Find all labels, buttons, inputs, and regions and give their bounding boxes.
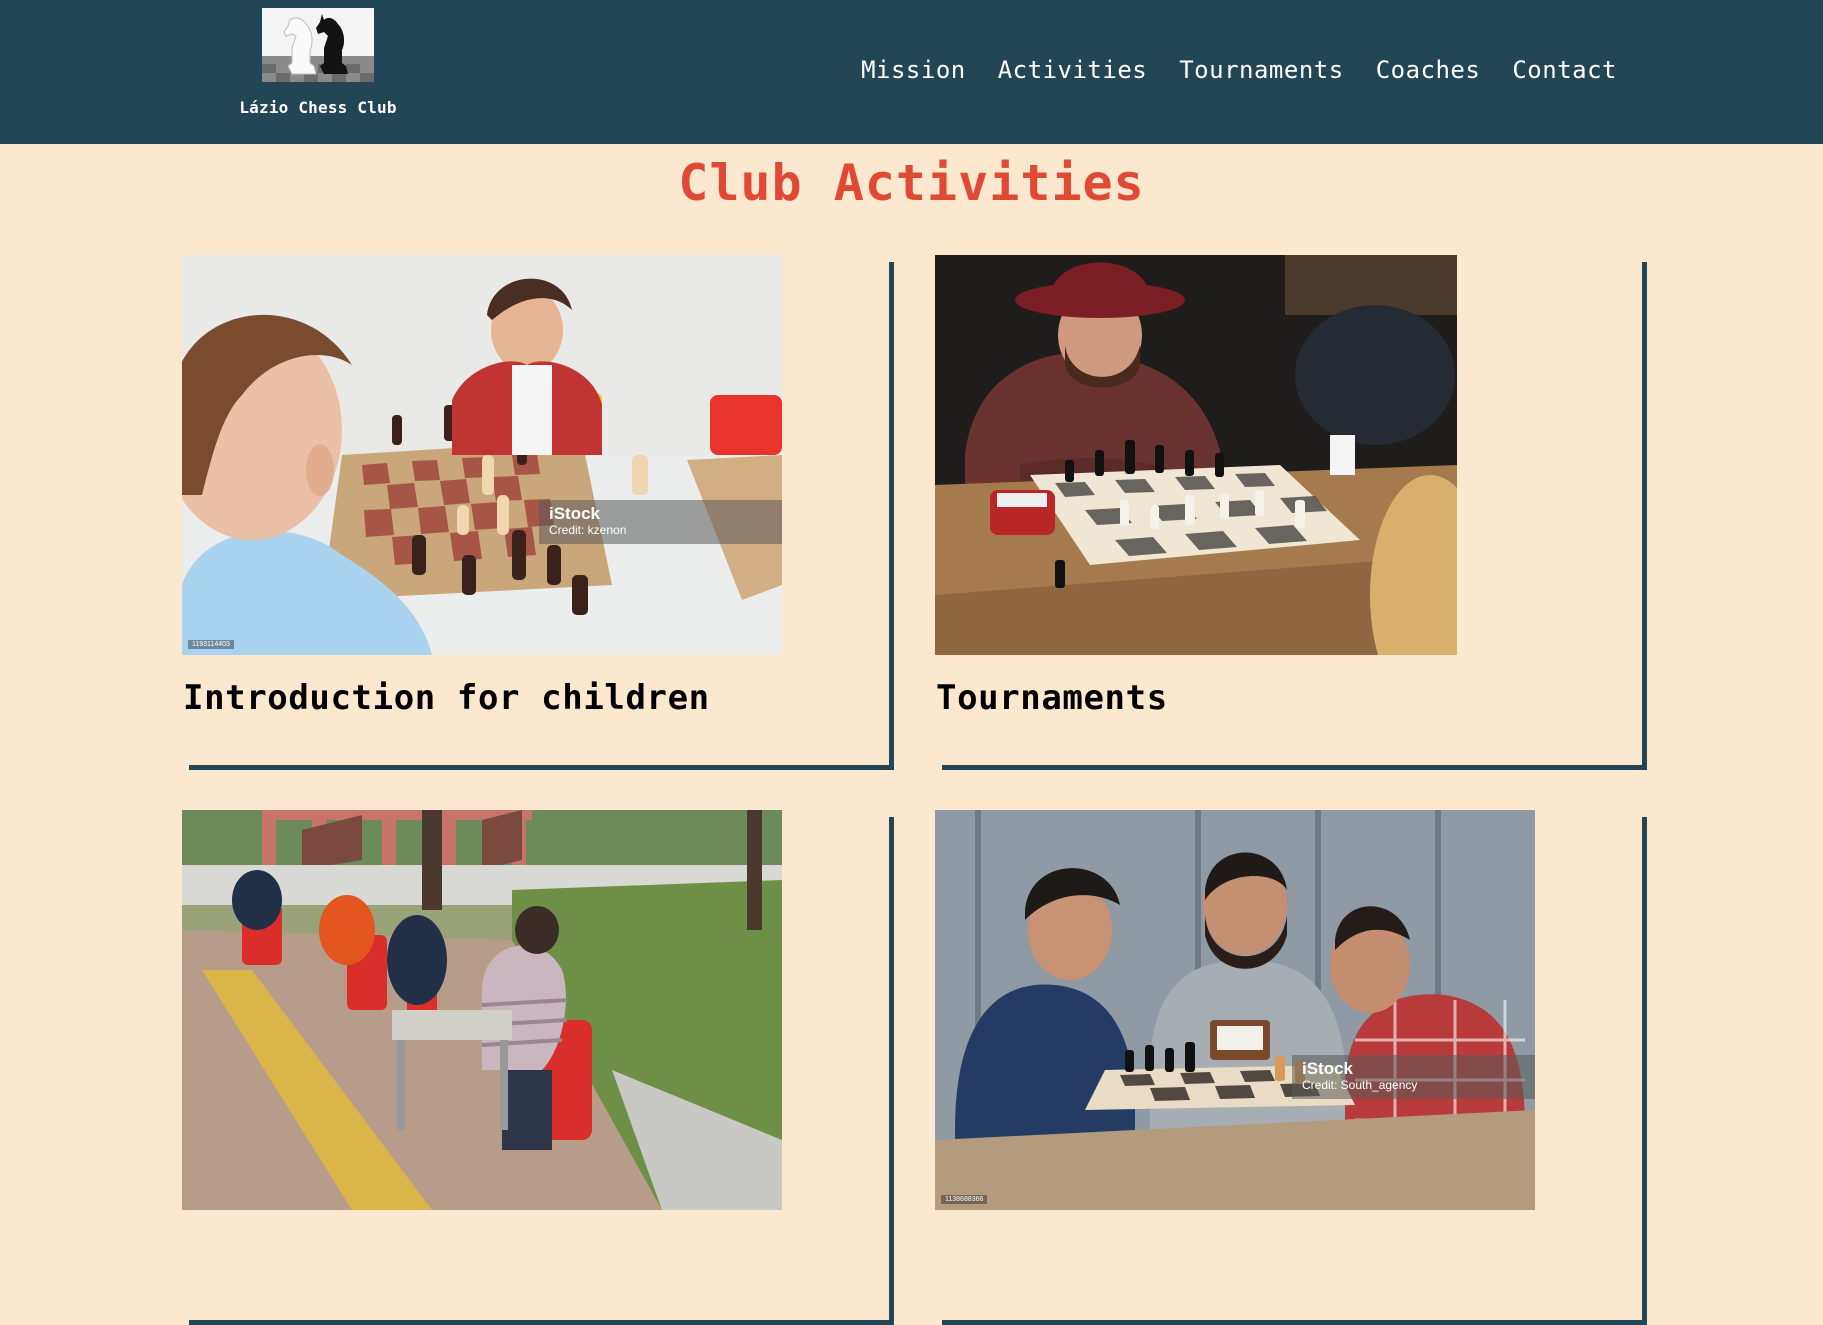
watermark-brand: iStock — [1302, 1059, 1354, 1078]
card-frame-right — [889, 262, 894, 770]
istock-watermark: iStock Credit: kzenon — [539, 500, 782, 544]
nav-link-mission[interactable]: Mission — [861, 56, 966, 84]
istock-watermark: iStock Credit: South_agency — [1292, 1055, 1535, 1099]
club-name: Lázio Chess Club — [239, 98, 397, 117]
site-header: Lázio Chess Club Mission Activities Tour… — [0, 0, 1823, 144]
stock-id: 1193114403 — [188, 640, 234, 649]
card-frame-bottom — [942, 1320, 1647, 1325]
park-chess-photo — [182, 810, 782, 1210]
chess-knights-logo — [262, 8, 374, 82]
nav-link-coaches[interactable]: Coaches — [1376, 56, 1481, 84]
activity-title: Tournaments — [936, 678, 1168, 718]
card-frame-right — [889, 817, 894, 1325]
tournament-chess-photo — [935, 255, 1457, 655]
activity-card-coaching[interactable]: iStock Credit: South_agency 1138688366 — [935, 810, 1647, 1325]
coaching-chess-photo: iStock Credit: South_agency 1138688366 — [935, 810, 1535, 1210]
card-frame-bottom — [942, 765, 1647, 770]
page-title: Club Activities — [678, 154, 1145, 212]
nav-link-tournaments[interactable]: Tournaments — [1179, 56, 1343, 84]
card-frame-bottom — [189, 1320, 894, 1325]
activity-title: Introduction for children — [183, 678, 710, 718]
main-nav: Mission Activities Tournaments Coaches C… — [861, 56, 1617, 84]
watermark-credit: Credit: kzenon — [549, 523, 627, 537]
stock-id: 1138688366 — [941, 1195, 988, 1204]
brand-link[interactable]: Lázio Chess Club — [228, 8, 408, 117]
watermark-brand: iStock — [549, 504, 601, 523]
watermark-credit: Credit: South_agency — [1302, 1078, 1418, 1092]
card-frame-bottom — [189, 765, 894, 770]
activity-card-children[interactable]: iStock Credit: kzenon 1193114403 Introdu… — [182, 255, 894, 770]
nav-link-activities[interactable]: Activities — [998, 56, 1148, 84]
children-chess-photo: iStock Credit: kzenon 1193114403 — [182, 255, 782, 655]
card-frame-right — [1642, 817, 1647, 1325]
nav-link-contact[interactable]: Contact — [1512, 56, 1617, 84]
activity-card-tournaments[interactable]: Tournaments — [935, 255, 1647, 770]
card-frame-right — [1642, 262, 1647, 770]
activity-card-outdoor[interactable] — [182, 810, 894, 1325]
